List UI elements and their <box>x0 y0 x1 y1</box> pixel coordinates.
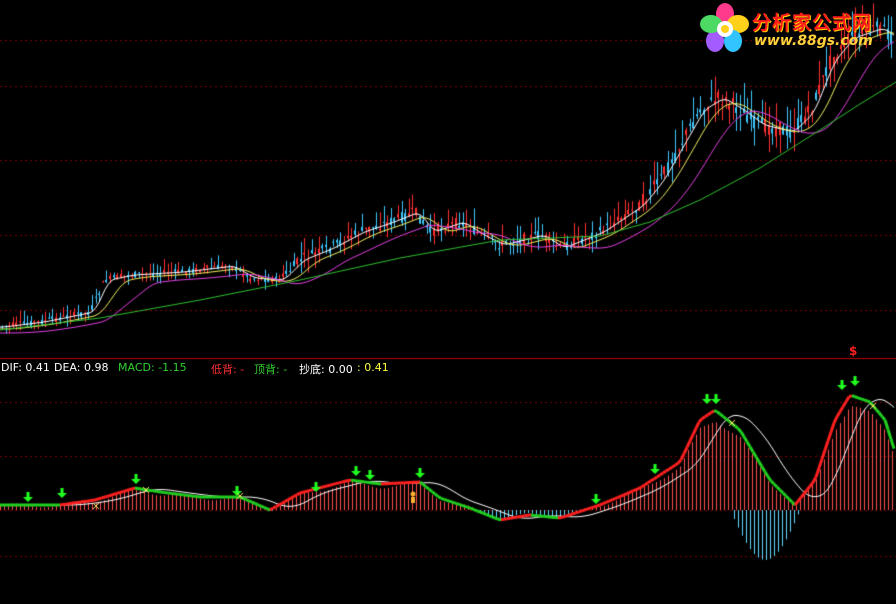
legend-bottom-fishing: 抄底: 0.00 <box>299 363 353 376</box>
site-logo[interactable]: 分析家公式网 www.88gs.com <box>696 2 892 54</box>
legend-low-divergence: 低背: - <box>211 363 245 376</box>
stock-chart-canvas[interactable] <box>0 0 896 604</box>
legend-extra-value: : 0.41 <box>357 361 389 374</box>
legend-dif: DIF: 0.41 <box>1 361 50 374</box>
legend-macd: MACD: -1.15 <box>118 361 187 374</box>
legend-top-divergence: 顶背: - <box>254 363 288 376</box>
signal-marker: $ <box>849 344 858 358</box>
logo-url[interactable]: www.88gs.com <box>754 33 873 49</box>
logo-title: 分析家公式网 <box>752 12 873 34</box>
flower-logo-icon <box>700 3 749 52</box>
legend-dea: DEA: 0.98 <box>54 361 109 374</box>
